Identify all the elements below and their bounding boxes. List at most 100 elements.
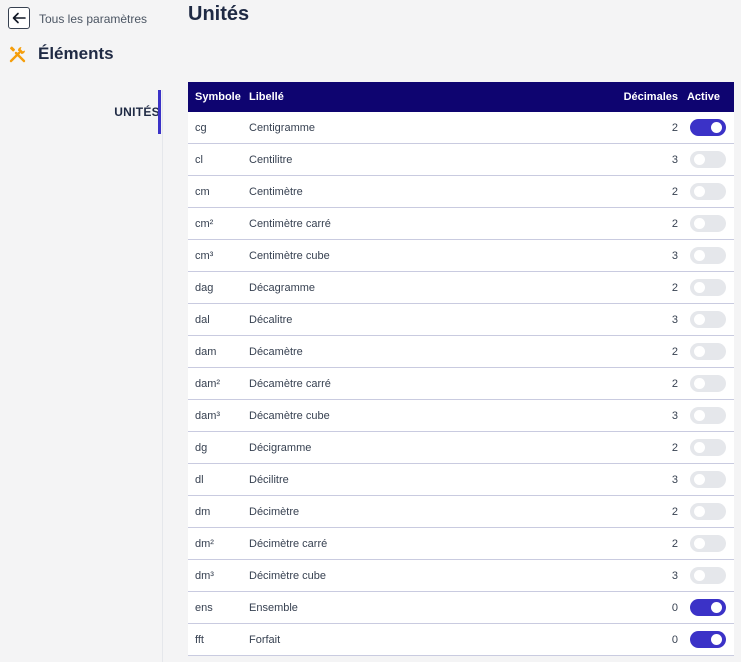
- active-toggle[interactable]: [690, 279, 726, 296]
- cell-symbol: dg: [195, 442, 208, 454]
- toggle-knob: [694, 314, 705, 325]
- toggle-knob: [694, 186, 705, 197]
- cell-label: Décigramme: [249, 442, 312, 454]
- active-toggle[interactable]: [690, 631, 726, 648]
- cell-decimals: 3: [671, 154, 678, 166]
- toggle-knob: [711, 122, 722, 133]
- active-toggle[interactable]: [690, 183, 726, 200]
- tools-icon: [9, 46, 26, 62]
- cell-label: Ensemble: [249, 602, 298, 614]
- table-row[interactable]: dag Décagramme 2: [188, 272, 734, 304]
- cell-label: Centimètre: [249, 186, 303, 198]
- active-toggle[interactable]: [690, 407, 726, 424]
- table-row[interactable]: dg Décigramme 2: [188, 432, 734, 464]
- cell-label: Décilitre: [249, 474, 289, 486]
- column-header-symbol[interactable]: Symbole: [195, 91, 241, 103]
- table-row[interactable]: dm³ Décimètre cube 3: [188, 560, 734, 592]
- toggle-knob: [694, 346, 705, 357]
- cell-label: Centimètre carré: [249, 218, 331, 230]
- active-toggle[interactable]: [690, 535, 726, 552]
- sidebar-item-unites[interactable]: UNITÉS: [114, 105, 160, 119]
- cell-symbol: ens: [195, 602, 213, 614]
- active-toggle[interactable]: [690, 311, 726, 328]
- table-row[interactable]: dl Décilitre 3: [188, 464, 734, 496]
- table-row[interactable]: fft Forfait 0: [188, 624, 734, 656]
- cell-decimals: 0: [671, 634, 678, 646]
- table-row[interactable]: cm² Centimètre carré 2: [188, 208, 734, 240]
- cell-decimals: 2: [671, 346, 678, 358]
- table-row[interactable]: cg Centigramme 2: [188, 112, 734, 144]
- active-toggle[interactable]: [690, 503, 726, 520]
- cell-label: Centigramme: [249, 122, 316, 134]
- table-row[interactable]: dam Décamètre 2: [188, 336, 734, 368]
- toggle-knob: [694, 154, 705, 165]
- active-toggle[interactable]: [690, 471, 726, 488]
- table-row[interactable]: dm Décimètre 2: [188, 496, 734, 528]
- table-row[interactable]: cm Centimètre 2: [188, 176, 734, 208]
- active-toggle[interactable]: [690, 439, 726, 456]
- cell-symbol: dm³: [195, 570, 214, 582]
- table-header: Symbole Libellé Décimales Active: [188, 82, 734, 112]
- active-toggle[interactable]: [690, 375, 726, 392]
- cell-symbol: dm: [195, 506, 211, 518]
- cell-label: Décagramme: [249, 282, 316, 294]
- cell-decimals: 2: [671, 506, 678, 518]
- table-row[interactable]: dam² Décamètre carré 2: [188, 368, 734, 400]
- column-header-active[interactable]: Active: [687, 91, 720, 103]
- cell-decimals: 2: [671, 282, 678, 294]
- active-toggle[interactable]: [690, 567, 726, 584]
- cell-symbol: dam³: [195, 410, 221, 422]
- toggle-knob: [711, 634, 722, 645]
- sidebar-active-indicator: [158, 90, 161, 134]
- toggle-knob: [694, 506, 705, 517]
- active-toggle[interactable]: [690, 599, 726, 616]
- column-header-decimals[interactable]: Décimales: [624, 91, 678, 103]
- toggle-knob: [694, 570, 705, 581]
- cell-decimals: 3: [671, 474, 678, 486]
- cell-decimals: 2: [671, 218, 678, 230]
- cell-label: Décamètre carré: [249, 378, 331, 390]
- table-row[interactable]: dal Décalitre 3: [188, 304, 734, 336]
- table-row[interactable]: dam³ Décamètre cube 3: [188, 400, 734, 432]
- cell-label: Décamètre: [249, 346, 303, 358]
- back-link[interactable]: Tous les paramètres: [39, 12, 147, 26]
- table-row[interactable]: cm³ Centimètre cube 3: [188, 240, 734, 272]
- cell-symbol: dam: [195, 346, 217, 358]
- active-toggle[interactable]: [690, 215, 726, 232]
- cell-decimals: 2: [671, 122, 678, 134]
- toggle-knob: [711, 602, 722, 613]
- toggle-knob: [694, 282, 705, 293]
- active-toggle[interactable]: [690, 247, 726, 264]
- cell-symbol: dag: [195, 282, 214, 294]
- toggle-knob: [694, 410, 705, 421]
- column-header-label[interactable]: Libellé: [249, 91, 284, 103]
- table-body: cg Centigramme 2 cl Centilitre 3 cm Centimètre 2…: [188, 112, 734, 656]
- toggle-knob: [694, 250, 705, 261]
- cell-decimals: 3: [671, 410, 678, 422]
- cell-decimals: 3: [671, 314, 678, 326]
- toggle-knob: [694, 218, 705, 229]
- cell-label: Décamètre cube: [249, 410, 330, 422]
- toggle-knob: [694, 378, 705, 389]
- table-row[interactable]: ens Ensemble 0: [188, 592, 734, 624]
- cell-decimals: 3: [671, 250, 678, 262]
- toggle-knob: [694, 474, 705, 485]
- table-row[interactable]: dm² Décimètre carré 2: [188, 528, 734, 560]
- active-toggle[interactable]: [690, 119, 726, 136]
- cell-label: Centilitre: [249, 154, 293, 166]
- cell-symbol: dm²: [195, 538, 214, 550]
- arrow-left-icon: [12, 12, 26, 24]
- cell-symbol: cg: [195, 122, 207, 134]
- cell-label: Décimètre cube: [249, 570, 327, 582]
- back-button[interactable]: [8, 7, 30, 29]
- active-toggle[interactable]: [690, 343, 726, 360]
- cell-label: Décimètre: [249, 506, 300, 518]
- cell-decimals: 2: [671, 378, 678, 390]
- cell-symbol: cm³: [195, 250, 214, 262]
- table-row[interactable]: cl Centilitre 3: [188, 144, 734, 176]
- cell-decimals: 2: [671, 186, 678, 198]
- cell-label: Décimètre carré: [249, 538, 328, 550]
- cell-decimals: 0: [671, 602, 678, 614]
- active-toggle[interactable]: [690, 151, 726, 168]
- cell-decimals: 2: [671, 538, 678, 550]
